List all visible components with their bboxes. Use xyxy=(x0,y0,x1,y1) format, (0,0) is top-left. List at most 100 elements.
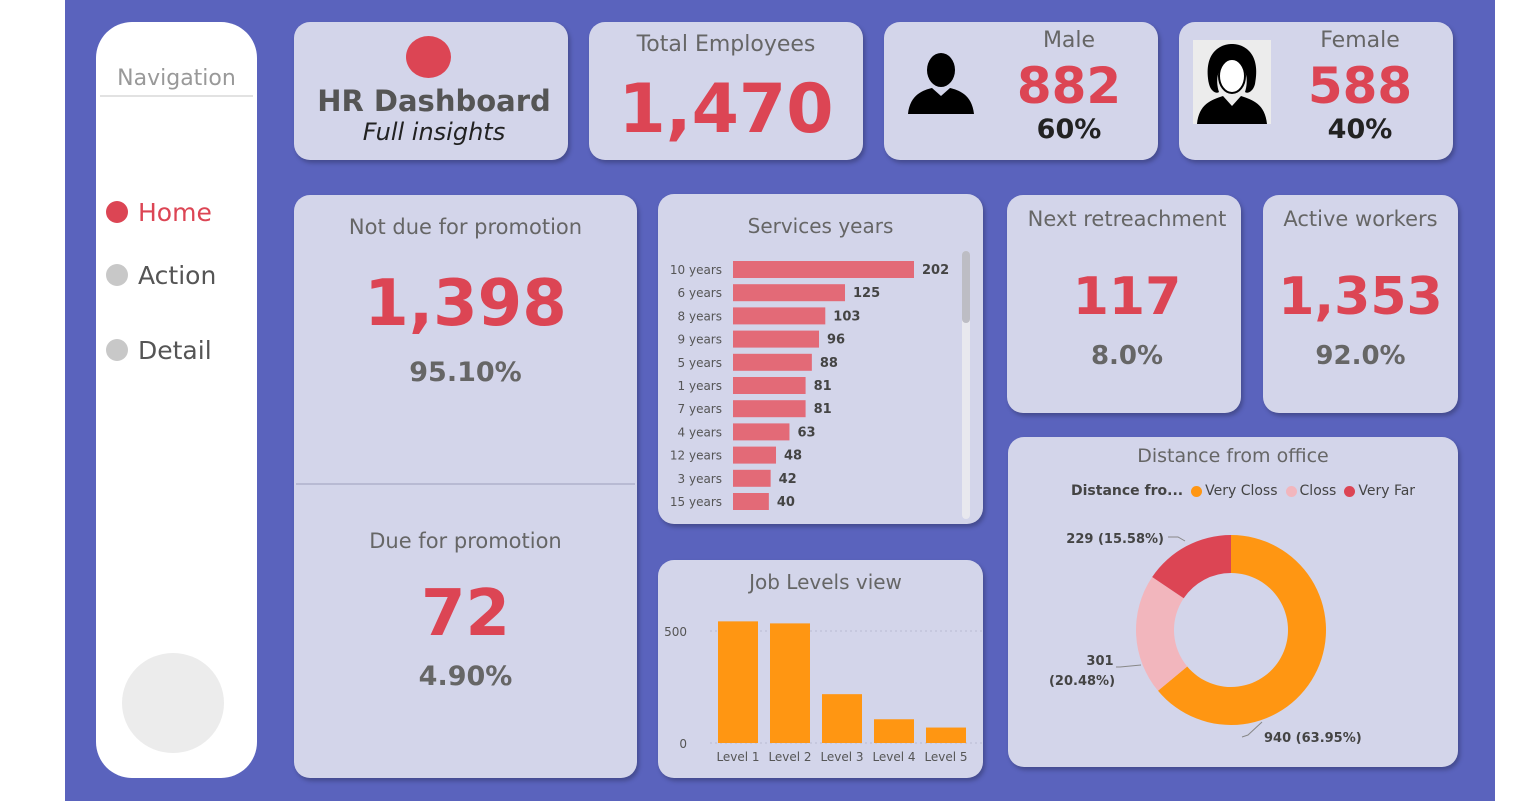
service-year-bar[interactable] xyxy=(733,307,826,325)
female-value: 588 xyxy=(1307,57,1413,115)
detail-dot-icon xyxy=(106,339,128,361)
service-year-value: 88 xyxy=(820,356,838,371)
retrenchment-label: Next retreachment xyxy=(1027,207,1227,231)
job-level-label: Level 1 xyxy=(716,750,759,764)
service-year-bar[interactable] xyxy=(733,330,820,348)
slice-label-very-closs: 940 (63.95%) xyxy=(1264,731,1362,746)
service-year-label: 9 years xyxy=(678,333,722,347)
male-label: Male xyxy=(1042,28,1096,53)
service-year-value: 40 xyxy=(777,495,795,510)
service-year-label: 5 years xyxy=(678,356,722,370)
male-value: 882 xyxy=(1016,57,1122,115)
female-person-icon xyxy=(1193,40,1271,124)
job-levels-chart: 500 0 Level 1 Level 2 Level 3 Level 4 Level 5 xyxy=(664,621,983,764)
service-year-value: 81 xyxy=(814,379,832,394)
navigation-panel: Navigation Home Action Detail xyxy=(96,22,257,778)
service-year-label: 3 years xyxy=(678,472,722,486)
job-level-label: Level 2 xyxy=(768,750,811,764)
job-level-bar[interactable] xyxy=(718,621,758,743)
service-year-value: 63 xyxy=(797,425,815,440)
male-percent: 60% xyxy=(1036,114,1102,145)
due-value: 72 xyxy=(420,577,511,651)
active-workers-percent: 92.0% xyxy=(1315,341,1406,371)
active-workers-card: Active workers 1,353 92.0% xyxy=(1263,195,1458,413)
total-employees-label: Total Employees xyxy=(636,32,816,57)
total-employees-card: Total Employees 1,470 xyxy=(589,22,863,160)
service-year-label: 1 years xyxy=(678,379,722,393)
nav-item-label: Detail xyxy=(138,335,212,365)
dashboard-title: HR Dashboard xyxy=(317,84,551,118)
retrenchment-card: Next retreachment 117 8.0% xyxy=(1007,195,1241,413)
female-label: Female xyxy=(1320,28,1400,53)
leader-line xyxy=(1168,536,1186,542)
not-due-label: Not due for promotion xyxy=(348,215,583,239)
service-year-label: 15 years xyxy=(670,495,722,509)
service-year-bar[interactable] xyxy=(733,284,846,302)
nav-item-label: Action xyxy=(138,260,217,290)
service-year-label: 12 years xyxy=(670,449,722,463)
dashboard-subtitle: Full insights xyxy=(362,118,506,146)
leader-line xyxy=(1241,721,1263,738)
service-year-label: 10 years xyxy=(670,263,722,277)
job-level-bar[interactable] xyxy=(926,727,966,743)
logo-dot-icon xyxy=(406,36,451,78)
promotion-card: Not due for promotion 1,398 95.10% Due f… xyxy=(294,195,637,778)
male-person-icon xyxy=(908,53,974,114)
service-year-value: 202 xyxy=(922,263,949,278)
home-dot-icon xyxy=(106,201,128,223)
job-level-bar[interactable] xyxy=(822,694,862,743)
service-year-value: 48 xyxy=(784,449,802,464)
promotion-divider xyxy=(296,483,635,485)
service-year-bar[interactable] xyxy=(733,353,812,371)
service-year-value: 42 xyxy=(779,472,797,487)
y-tick-label: 0 xyxy=(679,737,687,751)
service-year-label: 4 years xyxy=(678,425,722,439)
slice-label-closs: 301 xyxy=(1086,654,1113,669)
job-level-label: Level 3 xyxy=(820,750,863,764)
slice-label-very-far: 229 (15.58%) xyxy=(1066,532,1164,547)
services-years-card: Services years 10 years 202 6 years 125 8 ye… xyxy=(658,194,983,524)
nav-item-label: Home xyxy=(138,197,212,227)
nav-item-action[interactable]: Action xyxy=(106,260,216,290)
navigation-divider xyxy=(100,95,253,97)
job-level-label: Level 5 xyxy=(924,750,967,764)
services-scrollbar-track[interactable] xyxy=(962,251,970,519)
service-year-bar[interactable] xyxy=(733,469,771,487)
services-scrollbar-thumb[interactable] xyxy=(962,251,970,323)
due-percent: 4.90% xyxy=(418,661,513,692)
not-due-value: 1,398 xyxy=(364,267,567,341)
job-level-bar[interactable] xyxy=(770,623,810,743)
nav-item-detail[interactable]: Detail xyxy=(106,335,212,365)
leader-line xyxy=(1116,664,1142,668)
service-year-bar[interactable] xyxy=(733,446,777,464)
active-workers-value: 1,353 xyxy=(1278,267,1443,327)
title-card: HR Dashboard Full insights xyxy=(294,22,568,160)
female-percent: 40% xyxy=(1327,114,1393,145)
not-due-percent: 95.10% xyxy=(409,357,522,388)
job-level-bar[interactable] xyxy=(874,719,914,743)
service-year-value: 103 xyxy=(833,309,860,324)
male-card: Male 882 60% xyxy=(884,22,1158,160)
action-dot-icon xyxy=(106,264,128,286)
retrenchment-percent: 8.0% xyxy=(1090,341,1164,371)
services-years-chart: 10 years 202 6 years 125 8 years 103 9 years 96… xyxy=(670,261,949,510)
female-card: Female 588 40% xyxy=(1179,22,1453,160)
total-employees-value: 1,470 xyxy=(618,70,834,149)
distance-card: Distance from office Distance fro... Ver… xyxy=(1008,437,1458,767)
service-year-bar[interactable] xyxy=(733,423,790,441)
service-year-value: 96 xyxy=(827,333,845,348)
service-year-label: 6 years xyxy=(678,286,722,300)
service-year-bar[interactable] xyxy=(733,261,914,278)
service-year-label: 7 years xyxy=(678,402,722,416)
service-year-value: 81 xyxy=(814,402,832,417)
service-year-bar[interactable] xyxy=(733,493,769,510)
nav-item-home[interactable]: Home xyxy=(106,197,212,227)
navigation-circle-button[interactable] xyxy=(122,653,224,753)
service-year-bar[interactable] xyxy=(733,377,806,394)
slice-label-closs-pct: (20.48%) xyxy=(1049,674,1115,689)
service-year-bar[interactable] xyxy=(733,400,806,418)
y-tick-label: 500 xyxy=(664,625,687,639)
service-year-value: 125 xyxy=(853,286,880,301)
job-levels-card: Job Levels view 500 0 Level 1 Level 2 Level … xyxy=(658,560,983,778)
navigation-title: Navigation xyxy=(117,66,236,91)
